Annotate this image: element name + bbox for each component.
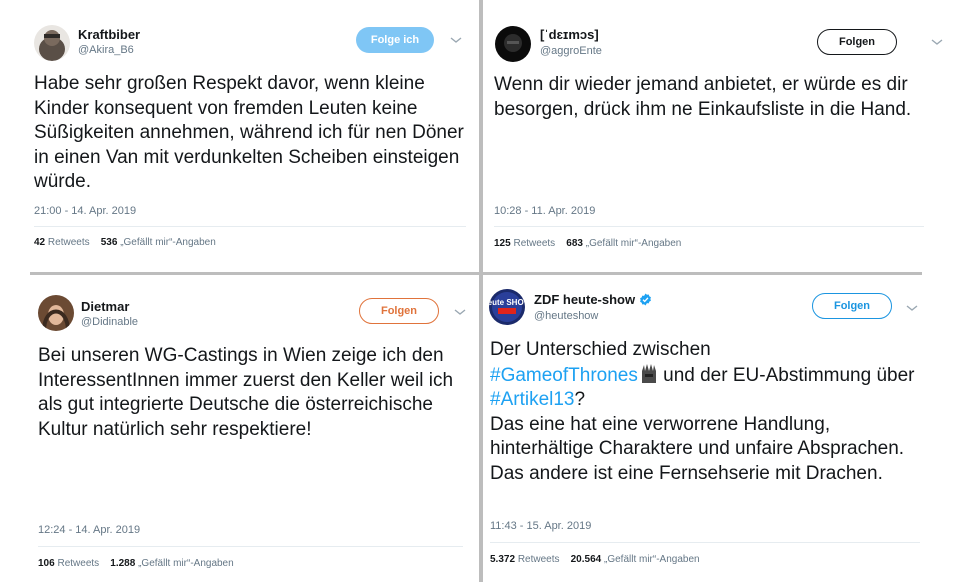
divider	[34, 226, 466, 227]
tweet-text: Habe sehr großen Respekt davor, wenn kle…	[34, 73, 464, 192]
tweet-stats: 5.372 Retweets 20.564 „Gefällt mir“-Anga…	[490, 554, 700, 565]
retweet-count[interactable]: 106	[38, 558, 55, 569]
tweet-text-hashtag-line: #GameofThrones und der EU-Abstimmung übe…	[490, 363, 930, 413]
likes-label[interactable]: „Gefällt mir“-Angaben	[138, 558, 234, 569]
divider	[494, 226, 924, 227]
divider	[490, 542, 920, 543]
retweet-count[interactable]: 5.372	[490, 554, 515, 565]
likes-label[interactable]: „Gefällt mir“-Angaben	[120, 237, 216, 248]
like-count[interactable]: 1.288	[110, 558, 135, 569]
user-handle[interactable]: @Didinable	[81, 316, 138, 328]
follow-button[interactable]: Folgen	[359, 298, 439, 324]
tweet-stats: 42 Retweets 536 „Gefällt mir“-Angaben	[34, 237, 216, 248]
tweet-stats: 106 Retweets 1.288 „Gefällt mir“-Angaben	[38, 558, 234, 569]
tweet-text-line: Das andere ist eine Fernsehserie mit Dra…	[490, 462, 883, 484]
display-name-row[interactable]: ZDF heute-show	[534, 292, 652, 307]
tweet-card-dietmar: Dietmar @Didinable Folgen Bei unseren WG…	[0, 276, 479, 582]
tweet-card-kraftbiber: Kraftbiber @Akira_B6 Folge ich Habe sehr…	[0, 0, 479, 272]
avatar[interactable]	[34, 25, 70, 61]
tweet-card-heuteshow: heute SHOW ZDF heute-show @heuteshow Fol…	[483, 276, 960, 582]
retweets-label[interactable]: Retweets	[513, 238, 555, 249]
like-count[interactable]: 683	[566, 238, 583, 249]
like-count[interactable]: 20.564	[571, 554, 602, 565]
tweet-text: Bei unseren WG-Castings in Wien zeige ic…	[38, 345, 454, 440]
display-name[interactable]: ZDF heute-show	[534, 292, 635, 307]
retweets-label[interactable]: Retweets	[57, 558, 99, 569]
chevron-down-icon[interactable]	[905, 303, 919, 313]
retweets-label[interactable]: Retweets	[518, 554, 560, 565]
chevron-down-icon[interactable]	[930, 37, 944, 47]
following-button[interactable]: Folge ich	[356, 27, 434, 53]
tweet-card-aggroente: [ˈdɛɪmɔs] @aggroEnte Folgen Wenn dir wie…	[483, 0, 960, 272]
horizontal-divider	[30, 272, 922, 275]
user-handle[interactable]: @heuteshow	[534, 310, 598, 322]
likes-label[interactable]: „Gefällt mir“-Angaben	[586, 238, 682, 249]
vertical-divider	[479, 0, 483, 582]
avatar[interactable]	[495, 26, 531, 62]
retweets-label[interactable]: Retweets	[48, 237, 90, 248]
avatar[interactable]: heute SHOW	[489, 289, 525, 325]
retweet-count[interactable]: 42	[34, 237, 45, 248]
tweet-text-line: Der Unterschied zwischen	[490, 339, 711, 360]
tweet-timestamp[interactable]: 21:00 - 14. Apr. 2019	[34, 205, 136, 217]
avatar[interactable]	[38, 295, 74, 331]
like-count[interactable]: 536	[101, 237, 118, 248]
follow-button[interactable]: Folgen	[817, 29, 897, 55]
likes-label[interactable]: „Gefällt mir“-Angaben	[604, 554, 700, 565]
chevron-down-icon[interactable]	[453, 307, 467, 317]
display-name[interactable]: [ˈdɛɪmɔs]	[540, 27, 599, 42]
tweet-timestamp[interactable]: 12:24 - 14. Apr. 2019	[38, 524, 140, 536]
iron-throne-emoji-icon	[641, 363, 656, 383]
tweet-text: Wenn dir wieder jemand anbietet, er würd…	[494, 74, 912, 120]
verified-badge-icon	[640, 293, 652, 306]
user-handle[interactable]: @aggroEnte	[540, 45, 602, 57]
tweet-text-segment: ?	[574, 389, 586, 410]
chevron-down-icon[interactable]	[449, 35, 463, 45]
hashtag-link[interactable]: #GameofThrones	[490, 365, 638, 386]
tweet-text: Der Unterschied zwischen #GameofThrones …	[490, 338, 930, 486]
user-handle[interactable]: @Akira_B6	[78, 44, 134, 56]
display-name[interactable]: Kraftbiber	[78, 27, 140, 42]
divider	[38, 546, 463, 547]
tweet-text-line: Das eine hat eine verworrene Handlung, h…	[490, 413, 905, 460]
retweet-count[interactable]: 125	[494, 238, 511, 249]
tweet-stats: 125 Retweets 683 „Gefällt mir“-Angaben	[494, 238, 681, 249]
tweet-text-segment: und der EU-Abstimmung über	[663, 364, 915, 386]
follow-button[interactable]: Folgen	[812, 293, 892, 319]
avatar-logo-text: heute SHOW	[489, 298, 525, 307]
display-name[interactable]: Dietmar	[81, 299, 129, 314]
tweet-timestamp[interactable]: 11:43 - 15. Apr. 2019	[490, 520, 591, 532]
hashtag-link[interactable]: #Artikel13	[490, 389, 575, 410]
tweet-timestamp[interactable]: 10:28 - 11. Apr. 2019	[494, 205, 595, 217]
